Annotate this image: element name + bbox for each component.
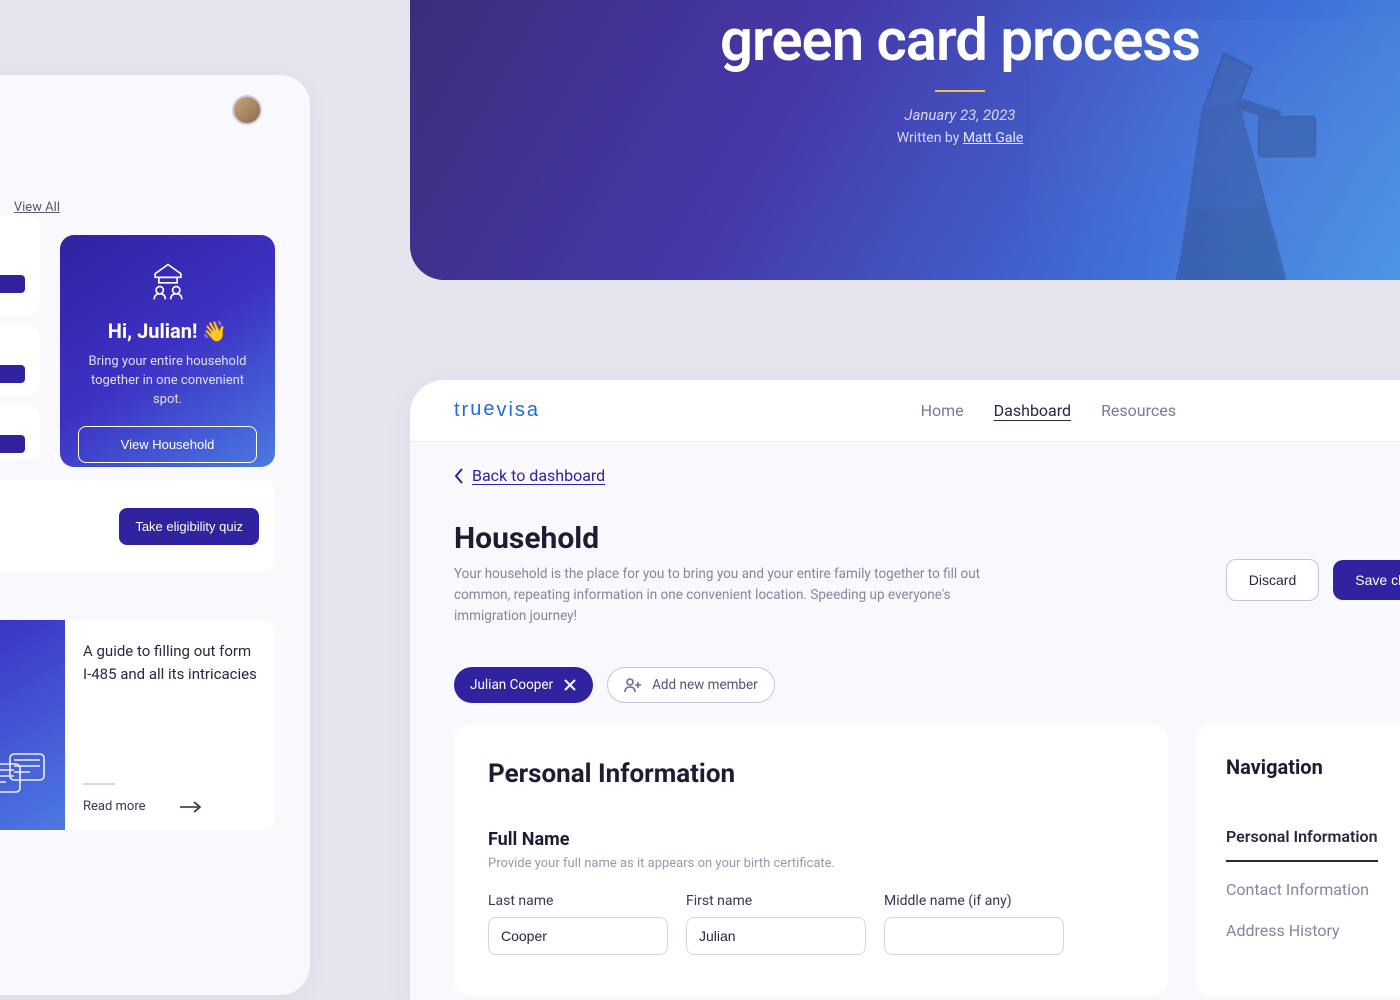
arrow-right-icon: [180, 801, 202, 813]
article-hero: An overview of the green card process Ja…: [410, 0, 1400, 280]
last-name-input[interactable]: [488, 917, 668, 955]
chevron-left-icon: [454, 468, 464, 484]
guide-title: A guide to filling out form I-485 and al…: [83, 640, 257, 687]
form-navigation-card: Navigation Personal Information Contact …: [1196, 725, 1400, 995]
form-heading: Personal Information: [488, 759, 1134, 789]
hero-divider: [935, 90, 985, 92]
discard-button[interactable]: Discard: [1226, 559, 1319, 601]
sidenav-contact-info[interactable]: Contact Information: [1226, 872, 1400, 913]
statue-of-liberty-illustration: [1030, 40, 1390, 280]
partial-pill: [0, 435, 25, 453]
guide-thumbnail: [0, 620, 65, 830]
household-promo-card: Hi, Julian! 👋 Bring your entire househol…: [60, 235, 275, 467]
nav-dashboard[interactable]: Dashboard: [994, 401, 1071, 420]
take-quiz-button[interactable]: Take eligibility quiz: [119, 508, 259, 545]
navigation-heading: Navigation: [1226, 755, 1400, 779]
hero-author-link[interactable]: Matt Gale: [963, 130, 1023, 146]
brand-logo[interactable]: truevisa: [454, 399, 540, 422]
left-dashboard-preview: View All Hi, Julian! 👋 Bring your entire…: [0, 75, 310, 995]
member-chip-row: Julian Cooper Add new member: [454, 667, 1400, 703]
promo-greeting: Hi, Julian! 👋: [78, 319, 257, 343]
nav-home[interactable]: Home: [921, 401, 964, 420]
middle-name-input[interactable]: [884, 917, 1064, 955]
eligibility-quiz-card: Take eligibility quiz: [0, 480, 275, 572]
top-nav-bar: truevisa Home Dashboard Resources: [410, 380, 1400, 442]
section-full-name-title: Full Name: [488, 829, 1134, 850]
middle-name-label: Middle name (if any): [884, 893, 1064, 909]
first-name-label: First name: [686, 893, 866, 909]
personal-info-form: Personal Information Full Name Provide y…: [454, 725, 1168, 995]
main-nav: Home Dashboard Resources: [921, 401, 1176, 420]
page-subtitle: Your household is the place for you to b…: [454, 564, 1014, 627]
close-icon[interactable]: [563, 678, 577, 692]
last-name-label: Last name: [488, 893, 668, 909]
partial-card: [0, 325, 40, 395]
divider: [83, 783, 115, 785]
partial-pill: [0, 275, 25, 293]
view-all-link[interactable]: View All: [14, 200, 60, 215]
guide-article-card[interactable]: A guide to filling out form I-485 and al…: [0, 620, 275, 830]
member-chip-active[interactable]: Julian Cooper: [454, 667, 593, 703]
nav-resources[interactable]: Resources: [1101, 401, 1176, 420]
add-person-icon: [624, 677, 642, 693]
avatar[interactable]: [232, 95, 262, 125]
add-member-chip[interactable]: Add new member: [607, 667, 775, 703]
partial-card: [0, 405, 40, 460]
section-full-name-sub: Provide your full name as it appears on …: [488, 856, 1134, 871]
first-name-input[interactable]: [686, 917, 866, 955]
page-title: Household: [454, 521, 1014, 556]
back-to-dashboard-link[interactable]: Back to dashboard: [454, 466, 1400, 485]
partial-pill: [0, 365, 25, 383]
view-household-button[interactable]: View Household: [78, 426, 257, 463]
promo-subtitle: Bring your entire household together in …: [78, 353, 257, 410]
sidenav-address-history[interactable]: Address History: [1226, 913, 1400, 954]
partial-card: [0, 215, 40, 315]
household-icon: [78, 259, 257, 307]
save-changes-button[interactable]: Save changes: [1333, 560, 1400, 600]
dashboard-panel: truevisa Home Dashboard Resources Back t…: [410, 380, 1400, 1000]
read-more-link[interactable]: Read more: [83, 799, 257, 814]
sidenav-personal-info[interactable]: Personal Information: [1226, 819, 1378, 862]
